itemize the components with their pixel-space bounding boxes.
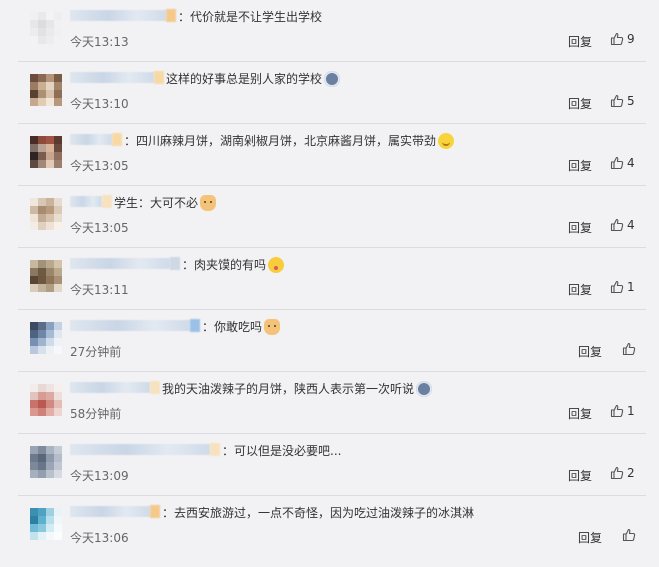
- username-end: [190, 319, 200, 332]
- smile-emoji-icon: [438, 133, 455, 149]
- comment-time: 今天13:11: [70, 283, 129, 297]
- like-count: 4: [627, 218, 635, 232]
- avatar[interactable]: [30, 384, 62, 416]
- username[interactable]: [70, 72, 154, 83]
- username[interactable]: [70, 506, 150, 517]
- thumbs-up-icon: [610, 404, 624, 418]
- reply-button[interactable]: 回复: [578, 529, 602, 546]
- reply-button[interactable]: 回复: [578, 343, 602, 360]
- avatar[interactable]: [30, 508, 62, 540]
- like-count: 5: [627, 94, 635, 108]
- avatar[interactable]: [30, 446, 62, 478]
- comment-text: ：你敢吃吗: [202, 319, 281, 335]
- sad-face-emoji-icon: [324, 71, 341, 87]
- comment-time: 今天13:09: [70, 469, 129, 483]
- like-count: 9: [627, 32, 635, 46]
- avatar[interactable]: [30, 74, 62, 106]
- reply-button[interactable]: 回复: [568, 219, 592, 236]
- cat-face-emoji-icon: [264, 319, 281, 335]
- comment-time: 27分钟前: [70, 345, 122, 359]
- username[interactable]: [70, 444, 210, 455]
- avatar[interactable]: [30, 12, 62, 44]
- avatar[interactable]: [30, 260, 62, 292]
- username[interactable]: [70, 10, 166, 21]
- username[interactable]: [70, 382, 150, 393]
- like-button[interactable]: [622, 527, 639, 543]
- reply-button[interactable]: 回复: [568, 405, 592, 422]
- comment-text: ：可以但是没必要吧...: [222, 444, 342, 458]
- comment-item: ：可以但是没必要吧... 今天13:09 回复 2: [18, 434, 646, 496]
- avatar[interactable]: [30, 198, 62, 230]
- thumbs-up-icon: [610, 156, 624, 170]
- comment-item: ：你敢吃吗 27分钟前 回复: [18, 310, 646, 372]
- reply-button[interactable]: 回复: [568, 281, 592, 298]
- comment-time: 今天13:13: [70, 35, 129, 49]
- like-button[interactable]: 1: [610, 279, 635, 295]
- comment-item: ：去西安旅游过，一点不奇怪，因为吃过油泼辣子的冰淇淋 今天13:06 回复: [18, 496, 646, 558]
- like-count: 4: [627, 156, 635, 170]
- comment-text: 我的天油泼辣子的月饼，陕西人表示第一次听说: [162, 381, 433, 397]
- comment-text: ：去西安旅游过，一点不奇怪，因为吃过油泼辣子的冰淇淋: [162, 506, 475, 520]
- comment-item: 我的天油泼辣子的月饼，陕西人表示第一次听说 58分钟前 回复 1: [18, 372, 646, 434]
- thumbs-up-icon: [622, 342, 636, 356]
- comment-item: ：肉夹馍的有吗 今天13:11 回复 1: [18, 248, 646, 310]
- username[interactable]: [70, 196, 102, 207]
- comment-time: 今天13:06: [70, 531, 129, 545]
- username-end: [150, 505, 160, 518]
- like-button[interactable]: 5: [610, 93, 635, 109]
- username-end: [102, 195, 112, 208]
- sad-face-emoji-icon: [416, 381, 433, 397]
- cat-face-emoji-icon: [200, 195, 217, 211]
- comment-text: ：四川麻辣月饼，湖南剁椒月饼，北京麻酱月饼，属实带劲: [124, 133, 455, 149]
- comment-time: 今天13:10: [70, 97, 129, 111]
- comment-text: ：代价就是不让学生出学校: [178, 10, 323, 24]
- comment-time: 今天13:05: [70, 159, 129, 173]
- comment-time: 58分钟前: [70, 407, 122, 421]
- like-button[interactable]: 1: [610, 403, 635, 419]
- like-count: 2: [627, 466, 635, 480]
- comment-text: 这样的好事总是别人家的学校: [166, 71, 341, 87]
- thumbs-up-icon: [610, 32, 624, 46]
- thumbs-up-icon: [610, 94, 624, 108]
- like-button[interactable]: 4: [610, 217, 635, 233]
- like-button[interactable]: 4: [610, 155, 635, 171]
- comment-item: 学生：大可不必 今天13:05 回复 4: [18, 186, 646, 248]
- thumbs-up-icon: [610, 218, 624, 232]
- thumbs-up-icon: [610, 466, 624, 480]
- comment-item: ：代价就是不让学生出学校 今天13:13 回复 9: [18, 0, 646, 62]
- reply-button[interactable]: 回复: [568, 157, 592, 174]
- username[interactable]: [70, 320, 190, 331]
- username-end: [170, 257, 180, 270]
- avatar[interactable]: [30, 322, 62, 354]
- avatar[interactable]: [30, 136, 62, 168]
- like-button[interactable]: 2: [610, 465, 635, 481]
- username[interactable]: [70, 134, 112, 145]
- reply-button[interactable]: 回复: [568, 95, 592, 112]
- like-button[interactable]: 9: [610, 31, 635, 47]
- comment-item: ：四川麻辣月饼，湖南剁椒月饼，北京麻酱月饼，属实带劲 今天13:05 回复 4: [18, 124, 646, 186]
- like-count: 1: [627, 280, 635, 294]
- username-end: [150, 381, 160, 394]
- like-count: 1: [627, 404, 635, 418]
- username-end: [210, 443, 220, 456]
- comment-item: 这样的好事总是别人家的学校 今天13:10 回复 5: [18, 62, 646, 124]
- username-end: [112, 133, 122, 146]
- username[interactable]: [70, 258, 170, 269]
- reply-button[interactable]: 回复: [568, 33, 592, 50]
- comment-time: 今天13:05: [70, 221, 129, 235]
- username-end: [166, 9, 176, 22]
- comment-list: ：代价就是不让学生出学校 今天13:13 回复 9 这样的好事总是别人家的学校 …: [0, 0, 659, 567]
- comment-text: 学生：大可不必: [114, 195, 217, 211]
- thumbs-up-icon: [622, 528, 636, 542]
- like-button[interactable]: [622, 341, 639, 357]
- yum-face-emoji-icon: [268, 257, 285, 273]
- reply-button[interactable]: 回复: [568, 467, 592, 484]
- thumbs-up-icon: [610, 280, 624, 294]
- comment-text: ：肉夹馍的有吗: [182, 257, 285, 273]
- username-end: [154, 71, 164, 84]
